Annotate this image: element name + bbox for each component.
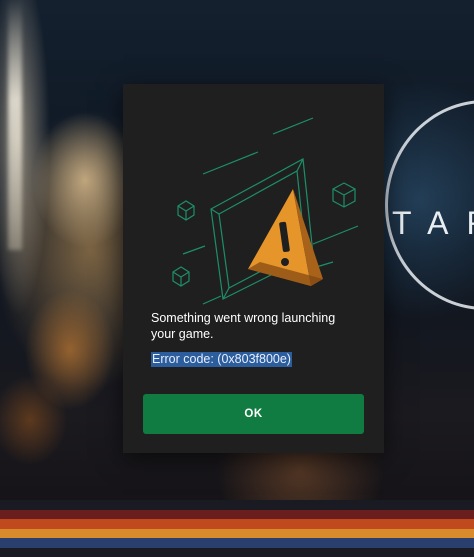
ok-button[interactable]: OK [143, 394, 364, 434]
error-dialog: Something went wrong launching your game… [123, 84, 384, 453]
bottom-color-stripes [0, 500, 474, 557]
stripe-4 [0, 528, 474, 538]
game-launch-screen: TAR [0, 0, 474, 557]
game-logo-text: TAR [392, 205, 474, 241]
error-code-text: Error code: (0x803f800e) [151, 352, 292, 367]
rocket-exhaust-beam [8, 0, 22, 250]
stripe-2 [0, 509, 474, 519]
key-art-left [0, 0, 140, 500]
stripe-5 [0, 538, 474, 548]
stripe-3 [0, 519, 474, 529]
error-message: Something went wrong launching your game… [151, 311, 336, 341]
stripe-6 [0, 547, 474, 557]
stripe-1 [0, 500, 474, 510]
